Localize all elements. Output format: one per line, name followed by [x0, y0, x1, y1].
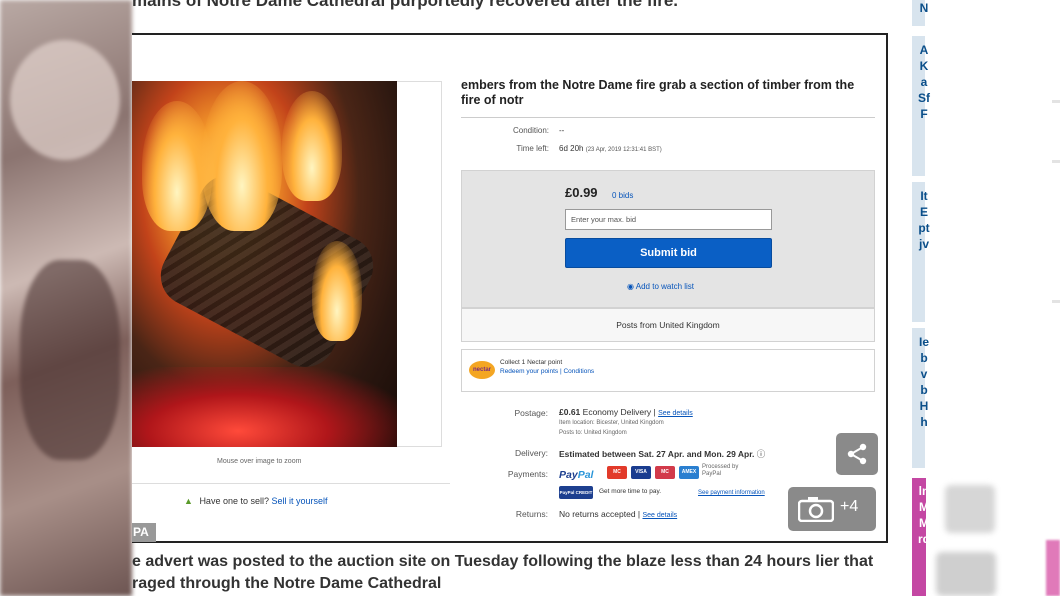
paypal-credit-icon: PayPal CREDIT: [559, 486, 593, 499]
postage-value: £0.61 Economy Delivery | See details: [559, 407, 693, 417]
photo-count: +4: [840, 498, 859, 515]
gallery-button[interactable]: +4: [788, 487, 876, 531]
zoom-hint: Mouse over image to zoom: [217, 458, 302, 465]
listing-screenshot: Mouse over image to zoom ▲ Have one to s…: [132, 33, 888, 543]
divider: [1052, 300, 1060, 303]
listing-title: embers from the Notre Dame fire grab a s…: [461, 78, 855, 107]
current-price: £0.99: [565, 185, 598, 200]
eye-icon: ◉: [627, 282, 634, 291]
time-left-detail: (23 Apr, 2019 12:31:41 BST): [585, 147, 662, 153]
watch-list-label: Add to watch list: [635, 282, 695, 291]
delivery-estimate: Estimated between Sat. 27 Apr. and Mon. …: [559, 449, 755, 459]
submit-bid-button[interactable]: Submit bid: [565, 238, 772, 268]
sell-prompt-text: Have one to sell?: [199, 496, 269, 506]
paypal-pay: Pay: [559, 469, 578, 481]
returns-details-link[interactable]: See details: [643, 512, 678, 519]
divider: [132, 483, 450, 484]
maestro-icon: MC: [655, 466, 675, 479]
payment-information-link[interactable]: See payment information: [698, 490, 765, 496]
delivery-label: Delivery:: [514, 448, 548, 458]
sidebar-thumbnail[interactable]: [936, 552, 996, 596]
page: mains of Notre Dame Cathedral purportedl…: [0, 0, 1060, 596]
condition-value: --: [559, 126, 565, 135]
article-caption: e advert was posted to the auction site …: [132, 553, 874, 592]
article-caption-top: mains of Notre Dame Cathedral purportedl…: [132, 0, 679, 10]
sell-prompt: ▲ Have one to sell? Sell it yourself: [184, 496, 328, 506]
divider: [1052, 100, 1060, 103]
postage-service: Economy Delivery |: [582, 407, 656, 417]
sidebar-item-text: N: [919, 1, 929, 15]
posts-to: Posts to: United Kingdom: [559, 430, 627, 436]
divider: [1052, 160, 1060, 163]
returns-policy: No returns accepted |: [559, 509, 641, 519]
shopping-bag-icon: ▲: [184, 496, 193, 506]
nectar-logo-icon: nectar: [469, 361, 495, 379]
bid-panel: £0.99 0 bids Enter your max. bid Submit …: [461, 170, 875, 308]
product-image[interactable]: [132, 81, 397, 447]
sell-it-yourself-link[interactable]: Sell it yourself: [272, 496, 328, 506]
condition-label: Condition:: [512, 126, 549, 135]
sidebar-thumbnail[interactable]: [945, 485, 995, 533]
delivery-value: Estimated between Sat. 27 Apr. and Mon. …: [559, 448, 765, 460]
payments-label: Payments:: [507, 469, 548, 479]
paypal-pal: Pal: [577, 469, 594, 481]
postage-price: £0.61: [559, 407, 581, 417]
photo-credit-badge: PA: [132, 523, 156, 542]
divider: [461, 117, 875, 118]
time-left-label: Time left:: [516, 144, 549, 153]
share-button[interactable]: [836, 433, 878, 475]
time-left-value: 6d 20h (23 Apr, 2019 12:31:41 BST): [559, 144, 662, 153]
sidebar-item-text: IebvbHh: [918, 335, 929, 429]
nectar-panel: nectar Collect 1 Nectar point Redeem you…: [461, 349, 875, 392]
amex-icon: AMEX: [679, 466, 699, 479]
paypal-logo: PayPal: [559, 469, 593, 481]
sidebar-item-text: lnMMrd: [918, 484, 930, 546]
max-bid-input[interactable]: Enter your max. bid: [565, 209, 772, 230]
share-icon: [847, 443, 867, 465]
mastercard-icon: MC: [607, 466, 627, 479]
blurred-background-image: [0, 0, 132, 596]
nectar-redeem-link[interactable]: Redeem your points | Conditions: [500, 368, 594, 375]
add-to-watch-list-link[interactable]: ◉ Add to watch list: [627, 282, 694, 291]
more-time-text: Get more time to pay.: [599, 488, 662, 495]
image-frame: [397, 81, 442, 447]
time-left-duration: 6d 20h: [559, 144, 584, 153]
returns-value: No returns accepted | See details: [559, 509, 677, 519]
info-icon[interactable]: ⓘ: [757, 449, 766, 459]
camera-icon: [798, 497, 834, 522]
sidebar-item-text: AKaSfF: [918, 43, 930, 121]
visa-icon: VISA: [631, 466, 651, 479]
postage-details-link[interactable]: See details: [658, 410, 693, 417]
sidebar-thumbnail[interactable]: [1046, 540, 1060, 596]
nectar-collect-text: Collect 1 Nectar point: [500, 359, 563, 366]
bid-count-link[interactable]: 0 bids: [612, 191, 633, 200]
returns-label: Returns:: [515, 509, 548, 519]
postage-label: Postage:: [514, 408, 548, 418]
processed-by-paypal: Processed by PayPal: [702, 464, 739, 477]
item-location: Item location: Bicester, United Kingdom: [559, 420, 664, 426]
posts-from: Posts from United Kingdom: [461, 308, 875, 342]
sidebar-item-text: ItEptjv: [918, 189, 930, 251]
